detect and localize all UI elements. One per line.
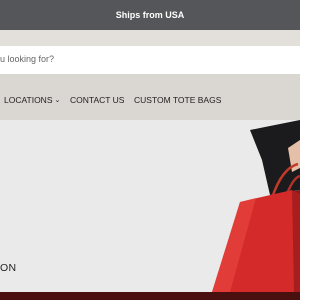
hero-banner[interactable]: ON	[0, 120, 300, 292]
chevron-down-icon: ⌄	[54, 97, 61, 104]
nav-item-label: CUSTOM TOTE BAGS	[134, 95, 222, 105]
hero-text: ON	[0, 262, 17, 274]
next-section-strip	[0, 292, 300, 300]
announcement-bar: Ships from USA	[0, 0, 300, 30]
header-spacer	[0, 30, 300, 46]
nav-item-label: CONTACT US	[70, 95, 125, 105]
announcement-text: Ships from USA	[115, 10, 185, 20]
nav-item-locations[interactable]: LOCATIONS ⌄	[4, 95, 60, 105]
hero-image	[212, 120, 300, 292]
nav-item-label: LOCATIONS	[4, 95, 53, 105]
nav-item-custom-tote-bags[interactable]: CUSTOM TOTE BAGS	[134, 95, 221, 105]
search-bar	[0, 46, 310, 75]
nav-item-contact-us[interactable]: CONTACT US	[70, 95, 124, 105]
search-input[interactable]	[0, 48, 310, 70]
main-nav: LOCATIONS ⌄ CONTACT US CUSTOM TOTE BAGS	[0, 75, 300, 120]
